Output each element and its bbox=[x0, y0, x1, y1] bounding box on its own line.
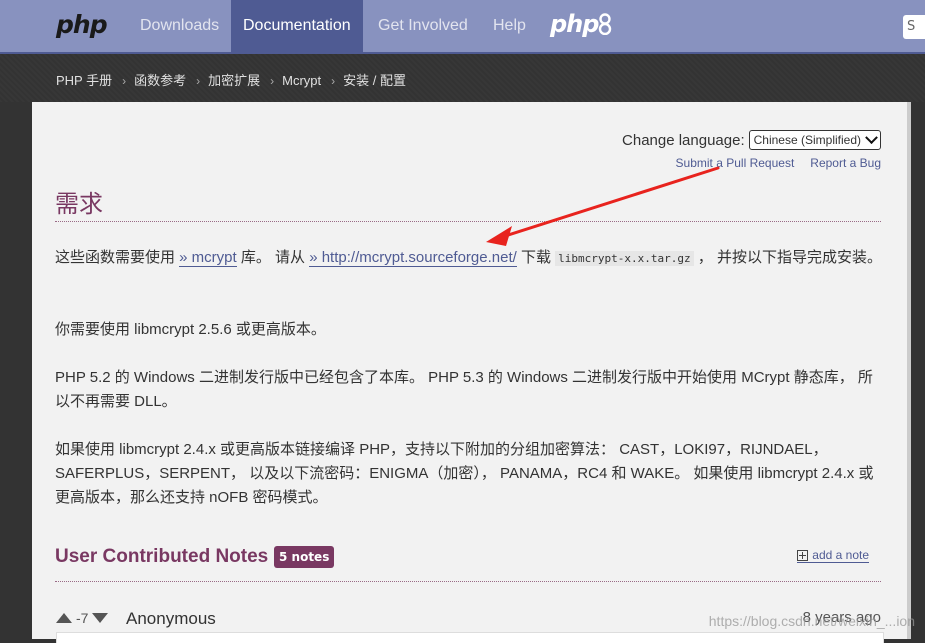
search-input[interactable]: S bbox=[903, 15, 925, 39]
php-logo[interactable]: php bbox=[56, 10, 108, 39]
ciphers-paragraph: 如果使用 libmcrypt 2.4.x 或更高版本链接编译 PHP，支持以下附… bbox=[55, 441, 874, 506]
nav-downloads[interactable]: Downloads bbox=[128, 0, 231, 52]
p1-text-d: ， 并按以下指导完成安装。 bbox=[693, 249, 882, 266]
change-language-label: Change language: bbox=[622, 131, 745, 149]
php8-logo[interactable]: php bbox=[550, 10, 612, 38]
content-panel: Change language: Chinese (Simplified) Su… bbox=[32, 102, 911, 643]
breadcrumb-bar: PHP 手册 › 函数参考 › 加密扩展 › Mcrypt › 安装 / 配置 bbox=[0, 54, 925, 102]
watermark: https://blog.csdn.net/weixin_...ion bbox=[708, 613, 915, 629]
mcrypt-link[interactable]: » mcrypt bbox=[179, 249, 237, 267]
breadcrumb: PHP 手册 › 函数参考 › 加密扩展 › Mcrypt › 安装 / 配置 bbox=[56, 70, 406, 89]
plus-icon bbox=[797, 549, 809, 561]
edit-links: Submit a Pull Request Report a Bug bbox=[660, 156, 881, 170]
breadcrumb-item-function-reference[interactable]: 函数参考 bbox=[134, 73, 186, 88]
chevron-right-icon: › bbox=[122, 74, 127, 88]
language-select[interactable]: Chinese (Simplified) bbox=[748, 130, 881, 150]
windows-paragraph: PHP 5.2 的 Windows 二进制发行版中已经包含了本库。 PHP 5.… bbox=[55, 369, 873, 410]
nav-documentation[interactable]: Documentation bbox=[231, 0, 363, 52]
language-select-value: Chinese (Simplified) bbox=[753, 133, 861, 147]
submit-pull-request-link[interactable]: Submit a Pull Request bbox=[676, 156, 795, 170]
top-navigation: php Downloads Documentation Get Involved… bbox=[0, 0, 925, 54]
vote-down-icon[interactable] bbox=[92, 613, 109, 623]
note-author: Anonymous bbox=[126, 609, 216, 628]
chevron-right-icon: › bbox=[270, 74, 275, 88]
chevron-down-icon bbox=[865, 130, 878, 144]
vote-score: -7 bbox=[76, 610, 89, 626]
nav-help[interactable]: Help bbox=[481, 0, 538, 52]
breadcrumb-item-install[interactable]: 安装 / 配置 bbox=[343, 73, 406, 88]
chevron-right-icon: › bbox=[196, 74, 201, 88]
vote-up-icon[interactable] bbox=[56, 613, 72, 623]
breadcrumb-item-mcrypt[interactable]: Mcrypt bbox=[282, 73, 321, 88]
version-paragraph: 你需要使用 libmcrypt 2.5.6 或更高版本。 bbox=[55, 321, 326, 338]
tarball-filename: libmcrypt-x.x.tar.gz bbox=[555, 251, 694, 266]
elephant-icon bbox=[599, 13, 612, 36]
requirements-paragraph: 这些函数需要使用 » mcrypt 库。 请从 » http://mcrypt.… bbox=[55, 246, 883, 271]
note-body bbox=[56, 632, 884, 643]
add-note-label: add a note bbox=[812, 548, 869, 562]
php8-logo-text: php bbox=[550, 10, 599, 38]
change-language: Change language: Chinese (Simplified) bbox=[622, 130, 881, 150]
p1-text-c: 下载 bbox=[516, 249, 556, 266]
p1-text-a: 这些函数需要使用 bbox=[55, 249, 180, 266]
title-divider bbox=[55, 221, 881, 222]
nav-get-involved[interactable]: Get Involved bbox=[366, 0, 480, 52]
notes-heading: User Contributed Notes bbox=[55, 546, 269, 567]
chevron-right-icon: › bbox=[331, 74, 336, 88]
notes-divider bbox=[55, 581, 881, 582]
add-note-link[interactable]: add a note bbox=[797, 548, 869, 563]
breadcrumb-item-manual[interactable]: PHP 手册 bbox=[56, 73, 112, 88]
notes-count-badge: 5 notes bbox=[274, 546, 335, 568]
p1-text-b: 库。 请从 bbox=[236, 249, 310, 266]
note-vote: -7 bbox=[56, 610, 109, 626]
page-title: 需求 bbox=[55, 191, 103, 218]
sourceforge-link[interactable]: » http://mcrypt.sourceforge.net/ bbox=[309, 249, 517, 267]
report-bug-link[interactable]: Report a Bug bbox=[810, 156, 881, 170]
breadcrumb-item-crypto[interactable]: 加密扩展 bbox=[208, 73, 260, 88]
